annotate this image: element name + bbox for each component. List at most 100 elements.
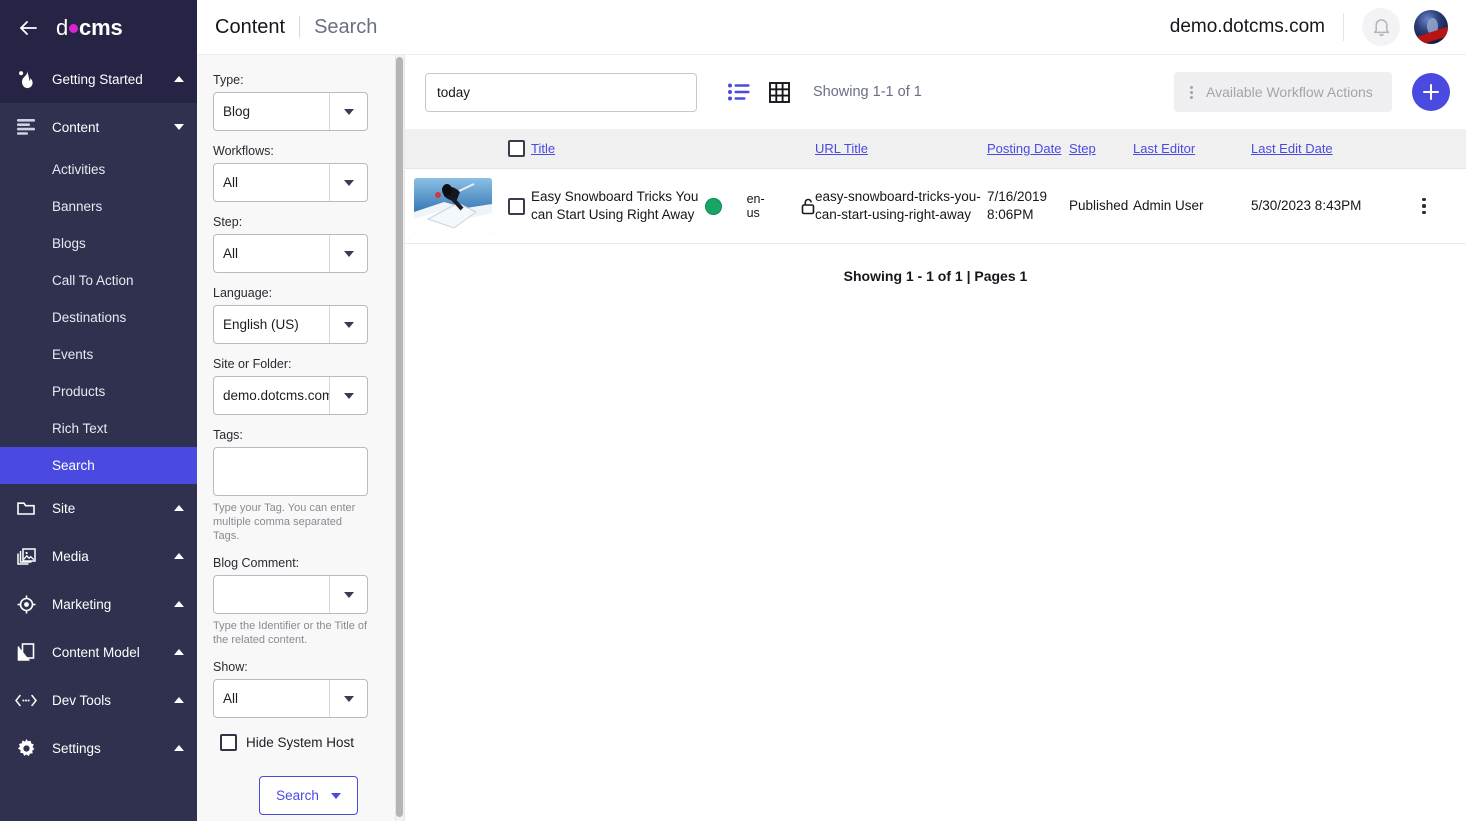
filter-panel-scrollbar[interactable] bbox=[395, 55, 404, 821]
content-toolbar: Showing 1-1 of 1 Available Workflow Acti… bbox=[405, 55, 1466, 129]
sidebar-item-activities[interactable]: Activities bbox=[0, 151, 197, 188]
sidebar-section-site[interactable]: Site bbox=[0, 484, 197, 532]
filter-step-select[interactable]: All bbox=[213, 234, 368, 273]
sidebar-item-products[interactable]: Products bbox=[0, 373, 197, 410]
chevron-down-icon[interactable] bbox=[329, 235, 367, 272]
chevron-down-icon[interactable] bbox=[329, 576, 367, 613]
chevron-down-icon[interactable] bbox=[161, 124, 197, 130]
filter-language-label: Language: bbox=[213, 286, 388, 300]
notification-bell-icon[interactable] bbox=[1362, 8, 1400, 46]
row-posting-date: 7/16/2019 8:06PM bbox=[987, 189, 1047, 222]
header-title: Title bbox=[531, 140, 705, 158]
chevron-up-icon[interactable] bbox=[161, 697, 197, 703]
sidebar-section-media[interactable]: Media bbox=[0, 532, 197, 580]
chevron-down-icon[interactable] bbox=[329, 306, 367, 343]
breadcrumb-secondary: Search bbox=[314, 16, 377, 39]
sidebar-section-content-model[interactable]: Content Model bbox=[0, 628, 197, 676]
hide-system-host-label: Hide System Host bbox=[246, 735, 354, 750]
sidebar-item-blogs[interactable]: Blogs bbox=[0, 225, 197, 262]
toolbar-right: Available Workflow Actions bbox=[1174, 72, 1450, 112]
chevron-up-icon[interactable] bbox=[161, 601, 197, 607]
filter-show-select[interactable]: All bbox=[213, 679, 368, 718]
row-title[interactable]: Easy Snowboard Tricks You can Start Usin… bbox=[531, 189, 698, 222]
filter-workflows-select[interactable]: All bbox=[213, 163, 368, 202]
filter-panel-scroll-thumb[interactable] bbox=[396, 57, 403, 817]
chevron-down-icon[interactable] bbox=[329, 377, 367, 414]
sidebar-item-call-to-action[interactable]: Call To Action bbox=[0, 262, 197, 299]
row-select-checkbox[interactable] bbox=[508, 198, 525, 215]
sidebar-section-marketing[interactable]: Marketing bbox=[0, 580, 197, 628]
sort-posting-date-link[interactable]: Posting Date bbox=[987, 141, 1061, 156]
search-button[interactable]: Search bbox=[259, 776, 358, 815]
filter-step-label: Step: bbox=[213, 215, 388, 229]
breadcrumb-primary[interactable]: Content bbox=[215, 16, 285, 39]
row-thumbnail-cell bbox=[405, 178, 501, 234]
filter-type: Type: Blog bbox=[213, 73, 388, 131]
list-view-icon[interactable] bbox=[719, 72, 759, 112]
avatar[interactable] bbox=[1414, 10, 1448, 44]
status-badge bbox=[705, 198, 722, 215]
filter-workflows: Workflows: All bbox=[213, 144, 388, 202]
header-last-editor: Last Editor bbox=[1133, 140, 1251, 158]
logo-dot-icon bbox=[69, 24, 78, 33]
chevron-down-icon[interactable] bbox=[329, 93, 367, 130]
sidebar-item-label: Destinations bbox=[52, 310, 126, 325]
filter-workflows-label: Workflows: bbox=[213, 144, 388, 158]
filter-tags: Tags: Type your Tag. You can enter multi… bbox=[213, 428, 388, 543]
logo-text-left: d bbox=[56, 15, 68, 41]
header-step: Step bbox=[1069, 140, 1133, 158]
search-input[interactable] bbox=[425, 73, 697, 112]
sidebar-item-events[interactable]: Events bbox=[0, 336, 197, 373]
filter-blog-comment-select[interactable] bbox=[213, 575, 368, 614]
row-last-editor-cell: Admin User bbox=[1133, 197, 1251, 215]
header-last-edit-date: Last Edit Date bbox=[1251, 140, 1401, 158]
sidebar-section-content[interactable]: Content bbox=[0, 103, 197, 151]
chevron-up-icon[interactable] bbox=[161, 76, 197, 82]
filter-show-label: Show: bbox=[213, 660, 388, 674]
sidebar-item-label: Call To Action bbox=[52, 273, 134, 288]
chevron-down-icon[interactable] bbox=[331, 793, 341, 799]
tags-input[interactable] bbox=[213, 447, 368, 496]
row-title-cell: Easy Snowboard Tricks You can Start Usin… bbox=[531, 188, 705, 224]
table-row[interactable]: Easy Snowboard Tricks You can Start Usin… bbox=[405, 169, 1466, 244]
sidebar-item-rich-text[interactable]: Rich Text bbox=[0, 410, 197, 447]
sort-last-edit-date-link[interactable]: Last Edit Date bbox=[1251, 141, 1333, 156]
chevron-down-icon[interactable] bbox=[329, 680, 367, 717]
sidebar-section-label: Content bbox=[52, 120, 161, 135]
filter-language-select[interactable]: English (US) bbox=[213, 305, 368, 344]
sidebar-item-destinations[interactable]: Destinations bbox=[0, 299, 197, 336]
chevron-up-icon[interactable] bbox=[161, 553, 197, 559]
content-area: Showing 1-1 of 1 Available Workflow Acti… bbox=[405, 55, 1466, 821]
kebab-menu-icon[interactable] bbox=[1422, 198, 1426, 215]
sidebar-section-settings[interactable]: Settings bbox=[0, 724, 197, 772]
sort-url-title-link[interactable]: URL Title bbox=[815, 141, 868, 156]
sort-last-editor-link[interactable]: Last Editor bbox=[1133, 141, 1195, 156]
filter-type-select[interactable]: Blog bbox=[213, 92, 368, 131]
available-workflow-actions-button[interactable]: Available Workflow Actions bbox=[1174, 72, 1392, 112]
folder-icon bbox=[0, 501, 52, 516]
sidebar-section-getting-started[interactable]: Getting Started bbox=[0, 55, 197, 103]
sidebar-item-banners[interactable]: Banners bbox=[0, 188, 197, 225]
filter-tags-hint: Type your Tag. You can enter multiple co… bbox=[213, 501, 368, 543]
sort-step-link[interactable]: Step bbox=[1069, 141, 1096, 156]
filter-site-or-folder-select[interactable]: demo.dotcms.com bbox=[213, 376, 368, 415]
chevron-down-icon[interactable] bbox=[329, 164, 367, 201]
sidebar-item-label: Events bbox=[52, 347, 93, 362]
row-actions-cell bbox=[1401, 198, 1447, 215]
chevron-up-icon[interactable] bbox=[161, 745, 197, 751]
sidebar-section-dev-tools[interactable]: Dev Tools bbox=[0, 676, 197, 724]
chevron-up-icon[interactable] bbox=[161, 505, 197, 511]
hide-system-host-checkbox[interactable] bbox=[220, 734, 237, 751]
filter-site-or-folder: Site or Folder: demo.dotcms.com bbox=[213, 357, 388, 415]
add-content-button[interactable] bbox=[1412, 73, 1450, 111]
sidebar-section-label: Content Model bbox=[52, 645, 161, 660]
sort-title-link[interactable]: Title bbox=[531, 141, 555, 156]
chevron-up-icon[interactable] bbox=[161, 649, 197, 655]
filter-type-label: Type: bbox=[213, 73, 388, 87]
sidebar-item-search[interactable]: Search bbox=[0, 447, 197, 484]
back-arrow-icon[interactable] bbox=[0, 0, 56, 55]
app-root: d cms Getting Started bbox=[0, 0, 1466, 821]
select-all-checkbox[interactable] bbox=[508, 140, 525, 157]
hide-system-host-row[interactable]: Hide System Host bbox=[220, 734, 388, 751]
grid-view-icon[interactable] bbox=[759, 72, 799, 112]
